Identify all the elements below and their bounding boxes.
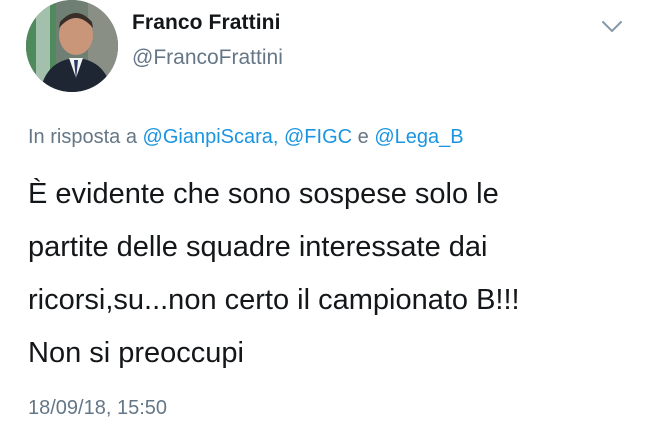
mention-link[interactable]: @GianpiScara, bbox=[143, 126, 279, 148]
mention-link[interactable]: @FIGC bbox=[284, 126, 352, 148]
avatar[interactable] bbox=[26, 0, 118, 92]
author-display-name[interactable]: Franco Frattini bbox=[132, 11, 281, 35]
tweet-text-line: È evidente che sono sospese solo le bbox=[28, 178, 499, 210]
mention-link[interactable]: @Lega_B bbox=[374, 126, 463, 148]
tweet-text-line: partite delle squadre interessate dai bbox=[28, 231, 488, 263]
tweet-card: Franco Frattini @FrancoFrattini In rispo… bbox=[0, 0, 650, 440]
tweet-text-line: Non si preoccupi bbox=[28, 337, 244, 369]
tweet-text-line: ricorsi,su...non certo il campionato B!!… bbox=[28, 284, 520, 316]
tweet-text: È evidente che sono sospese solo le part… bbox=[28, 168, 638, 380]
author-handle[interactable]: @FrancoFrattini bbox=[132, 46, 283, 70]
reply-context: In risposta a @GianpiScara, @FIGC e @Leg… bbox=[28, 126, 464, 149]
tweet-timestamp[interactable]: 18/09/18, 15:50 bbox=[28, 397, 167, 420]
chevron-down-icon[interactable] bbox=[600, 18, 624, 36]
reply-conjunction: e bbox=[357, 126, 369, 148]
reply-prefix: In risposta a bbox=[28, 126, 137, 148]
